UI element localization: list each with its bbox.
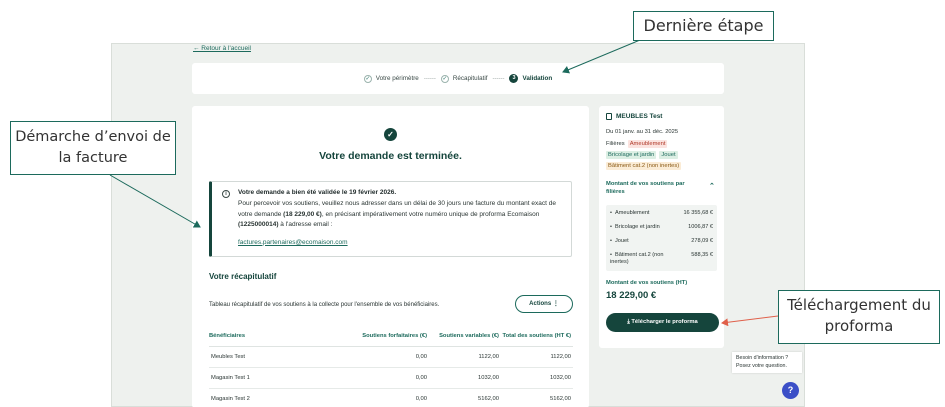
arrow-to-info-box bbox=[109, 174, 201, 228]
annotation-arrows bbox=[109, 39, 779, 327]
annotation-demarche: Démarche d’envoi de la facture bbox=[10, 121, 176, 175]
arrow-to-validation-step bbox=[562, 39, 641, 74]
arrow-to-download-button bbox=[721, 315, 779, 327]
annotation-telechargement: Téléchargement du proforma bbox=[778, 290, 940, 344]
annotation-derniere-etape: Dernière étape bbox=[633, 11, 774, 41]
screenshot-stage: { "nav": { "back_label": "← Retour à l'a… bbox=[0, 0, 945, 407]
